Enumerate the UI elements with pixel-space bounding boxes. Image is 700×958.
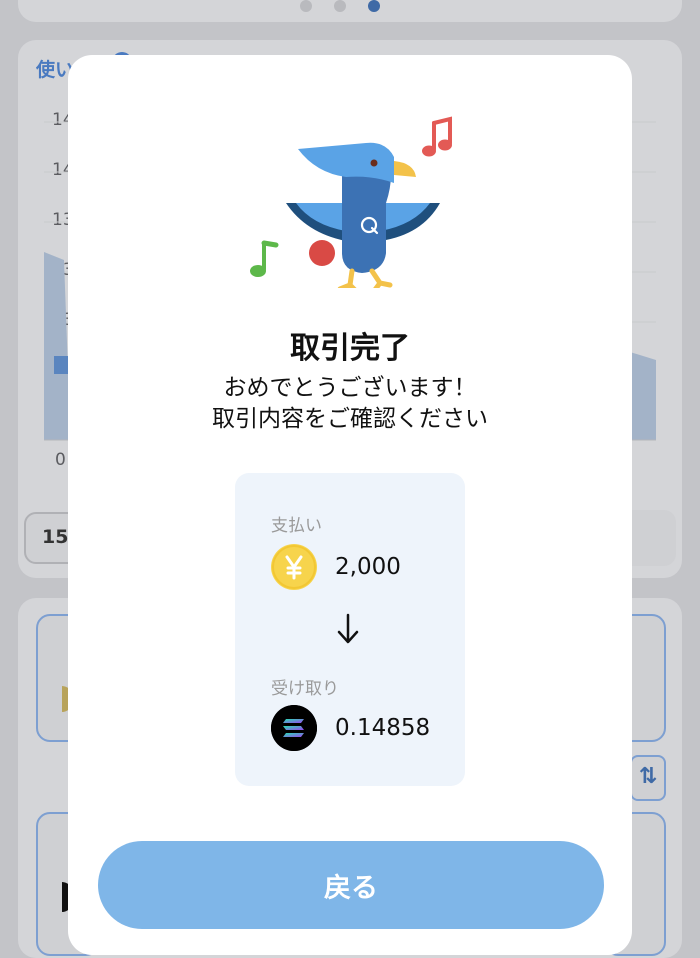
receive-label: 受け取り — [271, 679, 339, 699]
transaction-complete-modal: 取引完了 おめでとうございます！ 取引内容をご確認ください 支払い 2,000 … — [68, 55, 632, 955]
transaction-summary: 支払い 2,000 受け取り 0.14858 — [235, 473, 465, 786]
carousel-dot[interactable] — [300, 0, 312, 12]
message-line: 取引内容をご確認ください — [212, 406, 488, 432]
carousel-dot[interactable] — [334, 0, 346, 12]
music-note-icon — [422, 116, 452, 157]
x-axis-tick: 0 — [55, 450, 66, 470]
bird-mascot-illustration — [250, 116, 452, 288]
pay-row: 2,000 — [271, 544, 401, 590]
carousel-indicator — [300, 0, 380, 12]
yen-coin-icon — [271, 544, 317, 590]
back-button[interactable]: 戻る — [98, 841, 604, 929]
modal-title: 取引完了 — [290, 331, 410, 366]
pay-label: 支払い — [271, 516, 322, 536]
modal-message: おめでとうございます！ 取引内容をご確認ください — [68, 373, 632, 435]
receive-row: 0.14858 — [271, 705, 430, 751]
music-note-icon — [250, 240, 279, 277]
solana-coin-icon — [271, 705, 317, 751]
arrow-down-icon — [337, 613, 359, 644]
swap-icon[interactable]: ⇅ — [630, 755, 666, 801]
carousel-dot-active[interactable] — [368, 0, 380, 12]
pay-amount: 2,000 — [335, 554, 401, 580]
message-line: おめでとうございます！ — [223, 375, 477, 401]
receive-amount: 0.14858 — [335, 715, 431, 741]
